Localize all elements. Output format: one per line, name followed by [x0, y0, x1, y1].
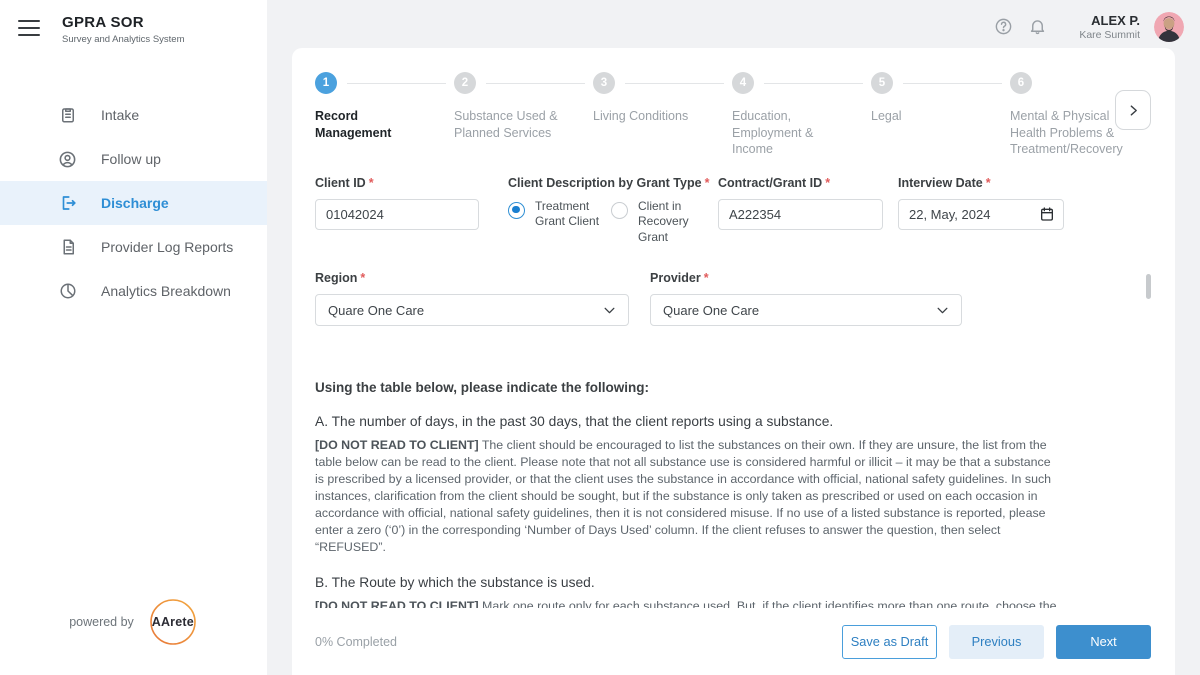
- chevron-down-icon: [603, 304, 616, 317]
- radio-label: Client in Recovery Grant: [638, 199, 704, 246]
- region-select[interactable]: Quare One Care: [315, 294, 629, 326]
- client-id-input[interactable]: [315, 199, 479, 230]
- contract-grant-id-label: Contract/Grant ID*: [718, 176, 883, 190]
- provider-select[interactable]: Quare One Care: [650, 294, 962, 326]
- user-avatar[interactable]: [1154, 12, 1184, 42]
- required-asterisk: *: [369, 176, 374, 190]
- next-button[interactable]: Next: [1056, 625, 1151, 659]
- interview-date-label: Interview Date*: [898, 176, 1064, 190]
- user-name: ALEX P.: [1079, 13, 1140, 28]
- previous-button[interactable]: Previous: [949, 625, 1044, 659]
- aarete-logo: AArete: [148, 597, 198, 647]
- radio-client-in-recovery-grant[interactable]: Client in Recovery Grant: [611, 199, 704, 246]
- required-asterisk: *: [704, 271, 709, 285]
- step-substance-used[interactable]: 2 Substance Used & Planned Services: [454, 72, 593, 158]
- step-number: 3: [593, 72, 615, 94]
- save-as-draft-button[interactable]: Save as Draft: [842, 625, 937, 659]
- form-row-2: Region* Quare One Care Provider* Quare O…: [292, 271, 1175, 326]
- required-asterisk: *: [360, 271, 365, 285]
- vertical-scrollbar-thumb[interactable]: [1146, 274, 1151, 299]
- aarete-logo-text: AArete: [152, 615, 194, 629]
- step-label: Record Management: [315, 108, 427, 141]
- sidebar-item-intake[interactable]: Intake: [0, 93, 267, 137]
- step-number: 5: [871, 72, 893, 94]
- region-label: Region*: [315, 271, 629, 285]
- powered-by: powered by AArete: [0, 597, 267, 647]
- step-education-employment-income[interactable]: 4 Education, Employment & Income: [732, 72, 871, 158]
- sidebar-item-label: Analytics Breakdown: [101, 283, 231, 299]
- section-b-title: B. The Route by which the substance is u…: [315, 575, 1151, 590]
- step-connector: [486, 83, 585, 85]
- person-refresh-icon: [58, 150, 77, 169]
- clipboard-icon: [58, 106, 77, 125]
- provider-select-value: Quare One Care: [663, 303, 759, 318]
- section-a-title: A. The number of days, in the past 30 da…: [315, 414, 1151, 429]
- notification-bell-icon[interactable]: [1027, 17, 1047, 37]
- sidebar: GPRA SOR Survey and Analytics System Int…: [0, 0, 267, 675]
- progress-status: 0% Completed: [315, 635, 397, 649]
- radio-unselected-icon: [611, 202, 628, 219]
- step-connector: [625, 83, 724, 85]
- sidebar-item-label: Follow up: [101, 151, 161, 167]
- form-row-1: Client ID* Client Description by Grant T…: [292, 176, 1175, 246]
- stepper-next-button[interactable]: [1115, 90, 1151, 130]
- do-not-read-tag: [DO NOT READ TO CLIENT]: [315, 438, 479, 452]
- sidebar-item-follow-up[interactable]: Follow up: [0, 137, 267, 181]
- instructions-intro: Using the table below, please indicate t…: [315, 380, 1151, 395]
- calendar-icon[interactable]: [1039, 206, 1055, 227]
- step-label: Legal: [871, 108, 983, 125]
- step-number: 1: [315, 72, 337, 94]
- help-icon[interactable]: [993, 17, 1013, 37]
- radio-treatment-grant-client[interactable]: Treatment Grant Client: [508, 199, 601, 246]
- grant-type-radio-group: Treatment Grant Client Client in Recover…: [508, 199, 704, 246]
- user-organization: Kare Summit: [1079, 29, 1140, 41]
- logout-icon: [58, 194, 77, 213]
- step-record-management[interactable]: 1 Record Management: [315, 72, 454, 158]
- form-card: 1 Record Management 2 Substance Used & P…: [292, 48, 1175, 675]
- required-asterisk: *: [825, 176, 830, 190]
- step-label: Substance Used & Planned Services: [454, 108, 566, 141]
- radio-label: Treatment Grant Client: [535, 199, 601, 230]
- step-label: Education, Employment & Income: [732, 108, 844, 158]
- top-header: ALEX P. Kare Summit: [267, 0, 1200, 53]
- step-number: 6: [1010, 72, 1032, 94]
- powered-by-label: powered by: [69, 615, 134, 629]
- client-id-label: Client ID*: [315, 176, 479, 190]
- sidebar-item-label: Intake: [101, 107, 139, 123]
- chevron-down-icon: [936, 304, 949, 317]
- sidebar-item-discharge[interactable]: Discharge: [0, 181, 267, 225]
- region-select-value: Quare One Care: [328, 303, 424, 318]
- required-asterisk: *: [986, 176, 991, 190]
- sidebar-item-analytics-breakdown[interactable]: Analytics Breakdown: [0, 269, 267, 313]
- grant-type-label: Client Description by Grant Type*: [508, 176, 704, 190]
- step-connector: [903, 83, 1002, 85]
- app-title: GPRA SOR: [62, 14, 185, 31]
- form-footer: 0% Completed Save as Draft Previous Next: [292, 608, 1175, 675]
- sidebar-nav: Intake Follow up Discharge Provider Log …: [0, 93, 267, 313]
- step-living-conditions[interactable]: 3 Living Conditions: [593, 72, 732, 158]
- brand-header: GPRA SOR Survey and Analytics System: [0, 0, 267, 45]
- sidebar-item-provider-log-reports[interactable]: Provider Log Reports: [0, 225, 267, 269]
- provider-label: Provider*: [650, 271, 962, 285]
- document-icon: [58, 238, 77, 257]
- step-connector: [347, 83, 446, 85]
- step-label: Mental & Physical Health Problems & Trea…: [1010, 108, 1122, 158]
- menu-icon[interactable]: [18, 20, 40, 36]
- step-number: 2: [454, 72, 476, 94]
- contract-grant-id-input[interactable]: [718, 199, 883, 230]
- step-connector: [764, 83, 863, 85]
- user-menu[interactable]: ALEX P. Kare Summit: [1079, 13, 1140, 41]
- sidebar-item-label: Discharge: [101, 195, 169, 211]
- required-asterisk: *: [705, 176, 710, 190]
- sidebar-item-label: Provider Log Reports: [101, 239, 233, 255]
- instructions-section: Using the table below, please indicate t…: [292, 380, 1175, 632]
- section-a-paragraph: [DO NOT READ TO CLIENT] The client shoul…: [315, 437, 1057, 556]
- step-label: Living Conditions: [593, 108, 705, 125]
- step-legal[interactable]: 5 Legal: [871, 72, 1010, 158]
- step-number: 4: [732, 72, 754, 94]
- app-subtitle: Survey and Analytics System: [62, 34, 185, 45]
- radio-selected-icon: [508, 202, 525, 219]
- stepper: 1 Record Management 2 Substance Used & P…: [292, 48, 1175, 158]
- pie-chart-icon: [58, 282, 77, 301]
